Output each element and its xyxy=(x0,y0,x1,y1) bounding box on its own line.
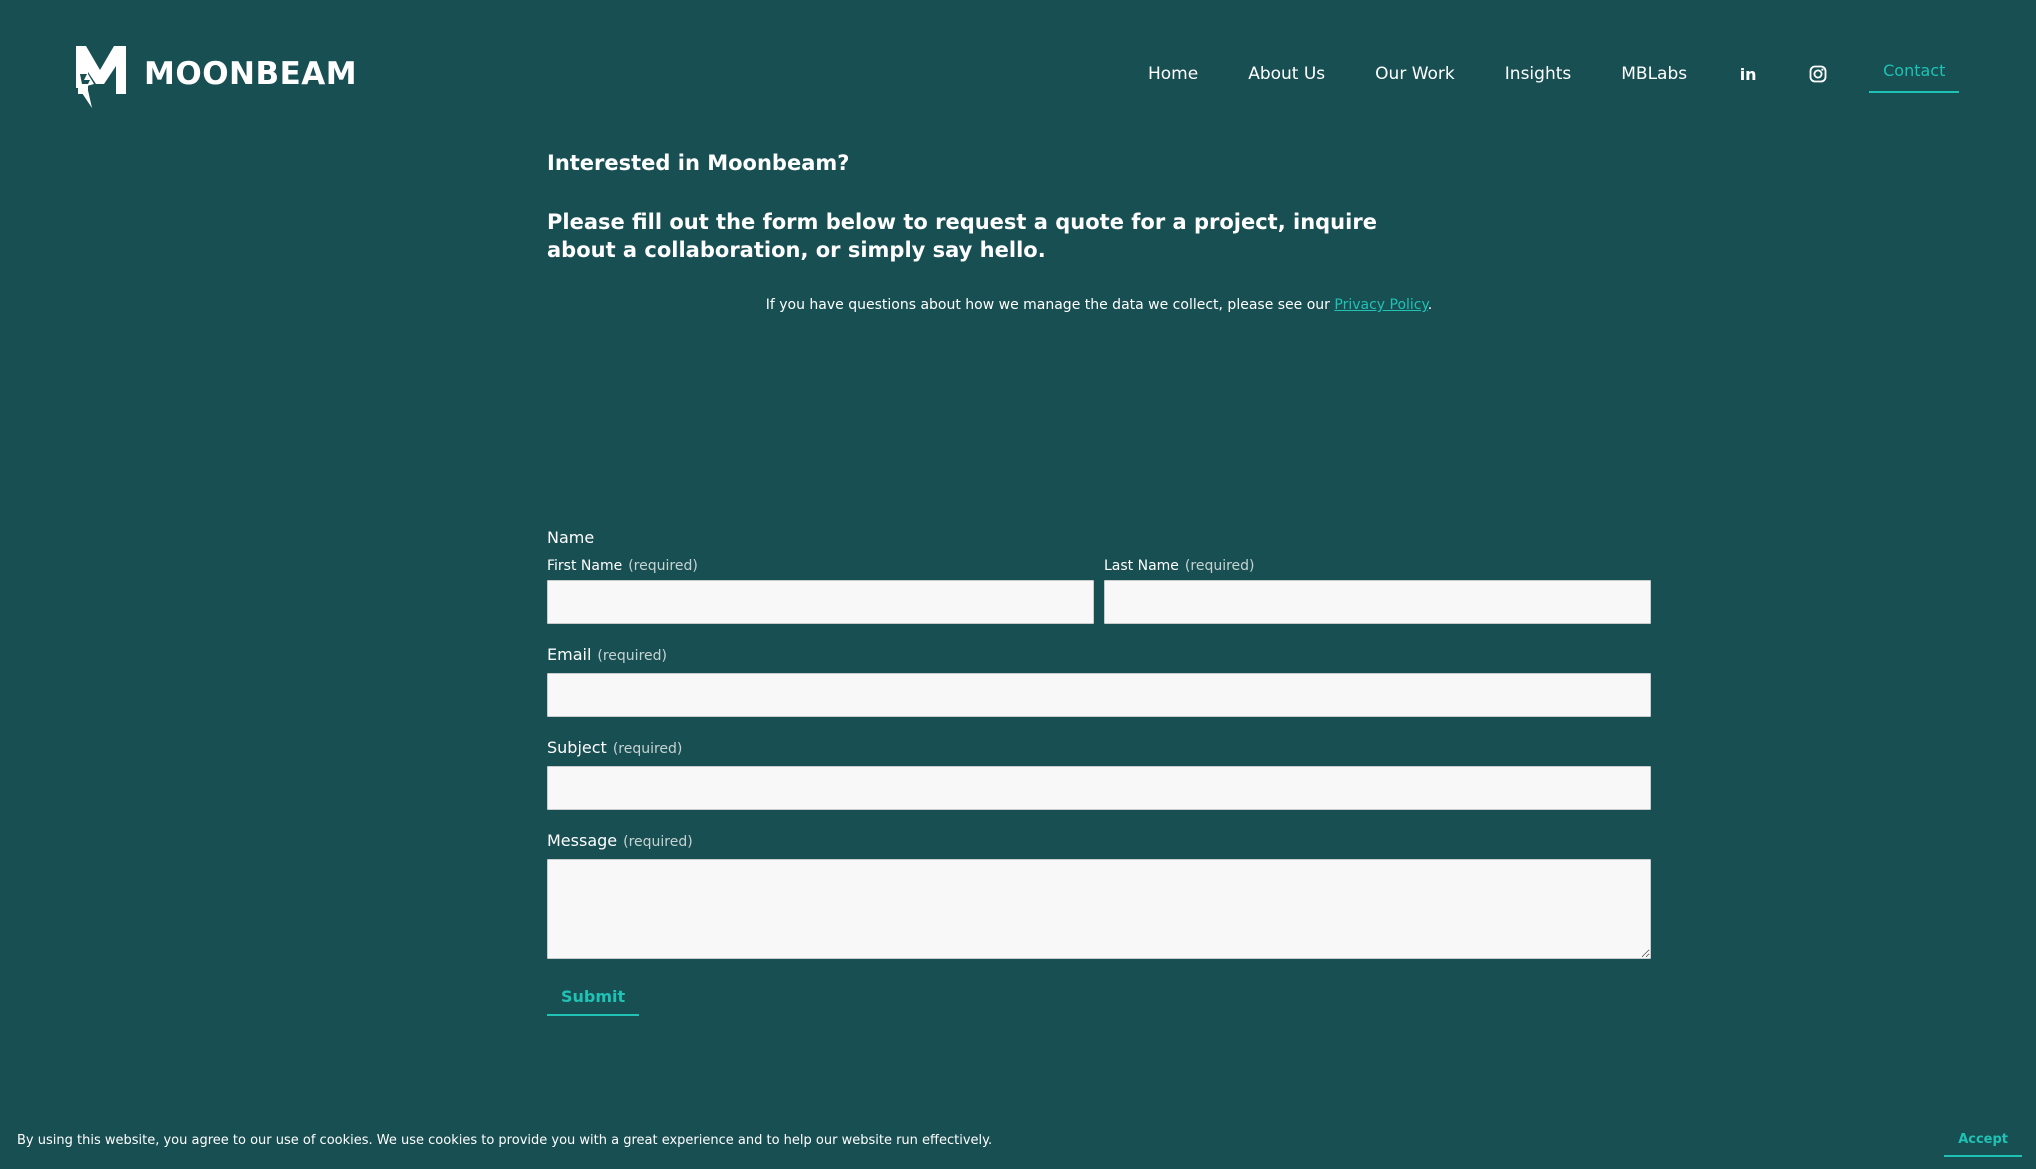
message-label: Message (required) xyxy=(547,830,1651,853)
subject-block: Subject (required) xyxy=(547,737,1651,810)
last-name-input[interactable] xyxy=(1104,580,1651,624)
privacy-notice: If you have questions about how we manag… xyxy=(547,296,1651,314)
nav-about-us[interactable]: About Us xyxy=(1248,64,1325,84)
subject-label: Subject (required) xyxy=(547,737,1651,760)
site-logo[interactable]: MOONBEAM xyxy=(74,44,357,110)
page: MOONBEAM Home About Us Our Work Insights… xyxy=(0,0,2036,1169)
instagram-icon[interactable] xyxy=(1807,63,1829,85)
last-name-required: (required) xyxy=(1184,558,1255,574)
subject-label-text: Subject xyxy=(547,738,607,757)
first-name-input[interactable] xyxy=(547,580,1094,624)
moonbeam-logo-icon xyxy=(76,46,126,108)
nav-contact[interactable]: Contact xyxy=(1869,55,1960,93)
linkedin-glyph: in xyxy=(1739,64,1757,84)
message-required: (required) xyxy=(623,834,693,850)
subject-input[interactable] xyxy=(547,766,1651,810)
subject-required: (required) xyxy=(612,741,683,757)
nav-insights[interactable]: Insights xyxy=(1505,64,1571,84)
first-name-required: (required) xyxy=(628,558,698,574)
privacy-notice-text: If you have questions about how we manag… xyxy=(765,297,1335,313)
first-name-column: First Name (required) xyxy=(547,556,1094,624)
main-nav: Home About Us Our Work Insights MBLabs i… xyxy=(1148,55,1960,93)
nav-our-work[interactable]: Our Work xyxy=(1375,64,1455,84)
nav-mblabs[interactable]: MBLabs xyxy=(1621,64,1687,84)
first-name-label-text: First Name xyxy=(547,558,623,574)
first-name-label: First Name (required) xyxy=(547,556,1094,576)
page-title: Interested in Moonbeam? xyxy=(547,151,850,175)
message-block: Message (required) xyxy=(547,830,1651,959)
last-name-column: Last Name (required) xyxy=(1104,556,1651,624)
last-name-label: Last Name (required) xyxy=(1104,556,1651,576)
cookie-banner-text: By using this website, you agree to our … xyxy=(17,1133,993,1148)
name-group-label: Name xyxy=(547,528,595,547)
privacy-notice-suffix: . xyxy=(1427,297,1433,313)
submit-button[interactable]: Submit xyxy=(547,981,640,1016)
email-input[interactable] xyxy=(547,673,1651,717)
email-label-text: Email xyxy=(547,645,592,664)
contact-form: Name First Name (required) Last Name (requ… xyxy=(547,526,1651,1016)
last-name-label-text: Last Name xyxy=(1104,558,1179,574)
email-block: Email (required) xyxy=(547,644,1651,717)
message-label-text: Message xyxy=(547,831,618,850)
linkedin-icon[interactable]: in xyxy=(1737,63,1759,85)
name-row: First Name (required) Last Name (required) xyxy=(547,556,1651,624)
message-textarea[interactable] xyxy=(547,859,1651,959)
cookie-accept-button[interactable]: Accept xyxy=(1944,1128,2022,1157)
instagram-glyph xyxy=(1809,65,1827,83)
email-required: (required) xyxy=(597,648,667,664)
email-label: Email (required) xyxy=(547,644,1651,667)
privacy-policy-link[interactable]: Privacy Policy xyxy=(1334,297,1427,313)
nav-home[interactable]: Home xyxy=(1148,64,1198,84)
page-subtitle: Please fill out the form below to reques… xyxy=(547,210,1377,262)
brand-name: MOONBEAM xyxy=(144,55,358,92)
